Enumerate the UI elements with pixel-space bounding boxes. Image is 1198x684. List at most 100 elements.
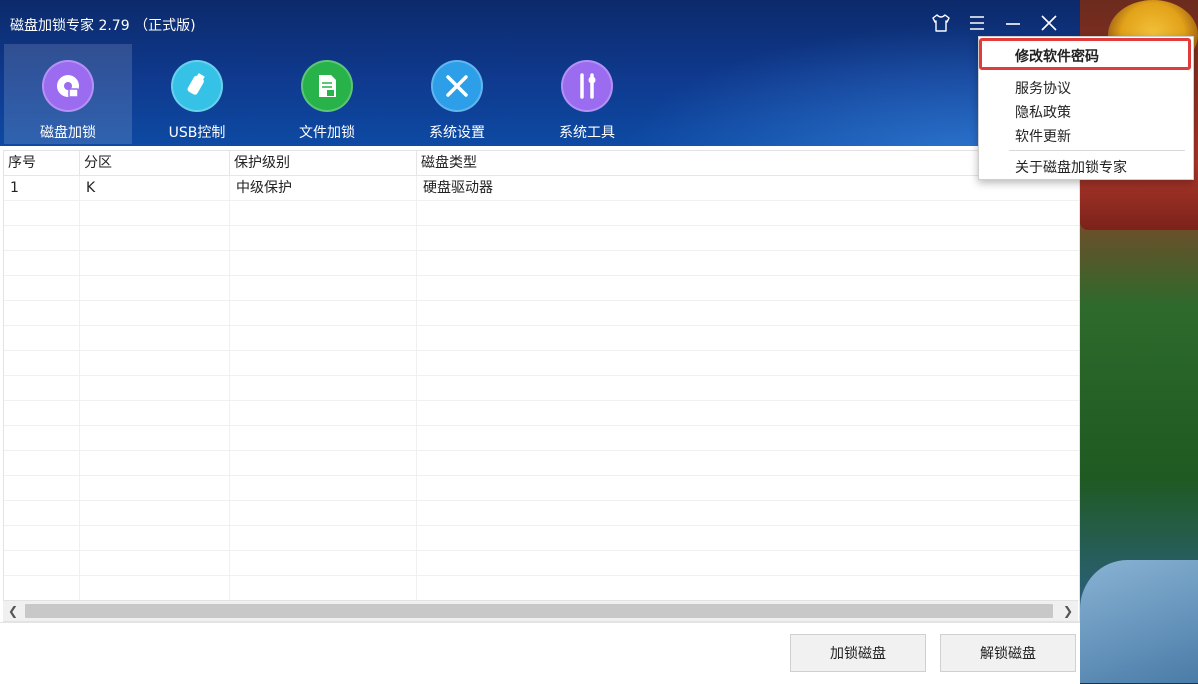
cell — [417, 501, 1079, 525]
disk-lock-icon — [42, 60, 94, 112]
cell — [4, 451, 80, 475]
empty-table-row — [4, 351, 1079, 376]
table-row[interactable]: 1 K 中级保护 硬盘驱动器 — [4, 176, 1079, 201]
tab-label: 系统工具 — [559, 125, 615, 141]
menu-item-software-update[interactable]: 软件更新 — [1015, 126, 1071, 146]
file-lock-icon — [301, 60, 353, 112]
cell — [417, 351, 1079, 375]
skin-icon[interactable] — [930, 12, 952, 34]
cell — [80, 426, 230, 450]
cell — [4, 501, 80, 525]
tab-label: 磁盘加锁 — [40, 125, 96, 141]
menu-item-change-password[interactable]: 修改软件密码 — [1015, 46, 1099, 66]
cell — [4, 551, 80, 575]
table-header: 序号 分区 保护级别 磁盘类型 — [4, 151, 1079, 176]
cell — [80, 201, 230, 225]
empty-table-row — [4, 326, 1079, 351]
toolkit-icon — [561, 60, 613, 112]
menu-item-service-agreement[interactable]: 服务协议 — [1015, 78, 1071, 98]
main-toolbar: 磁盘加锁 USB控制 文件加锁 系统设置 系统工具 — [0, 44, 652, 146]
cell — [4, 426, 80, 450]
cell — [4, 576, 80, 600]
cell — [230, 426, 417, 450]
cell — [417, 426, 1079, 450]
cell — [80, 401, 230, 425]
cell — [230, 451, 417, 475]
cell — [417, 201, 1079, 225]
usb-drive-icon — [171, 60, 223, 112]
cell — [417, 551, 1079, 575]
cell — [230, 476, 417, 500]
unlock-disk-button[interactable]: 解锁磁盘 — [940, 634, 1076, 672]
cell — [417, 476, 1079, 500]
tab-usb-control[interactable]: USB控制 — [132, 44, 262, 144]
lock-disk-button[interactable]: 加锁磁盘 — [790, 634, 926, 672]
empty-table-row — [4, 276, 1079, 301]
scroll-left-icon[interactable]: ❮ — [3, 601, 23, 621]
cell — [80, 526, 230, 550]
cell — [417, 326, 1079, 350]
cell — [80, 326, 230, 350]
cell — [4, 326, 80, 350]
cell — [4, 376, 80, 400]
cell: 中级保护 — [230, 176, 417, 200]
cell — [4, 301, 80, 325]
scroll-right-icon[interactable]: ❯ — [1058, 601, 1078, 621]
empty-table-row — [4, 451, 1079, 476]
horizontal-scrollbar[interactable]: ❮ ❯ — [3, 600, 1078, 621]
cell — [417, 526, 1079, 550]
cell: K — [80, 176, 230, 200]
empty-table-row — [4, 251, 1079, 276]
menu-item-privacy-policy[interactable]: 隐私政策 — [1015, 102, 1071, 122]
cell — [80, 576, 230, 600]
cell — [230, 251, 417, 275]
cell — [80, 276, 230, 300]
minimize-icon[interactable] — [1002, 12, 1024, 34]
menu-item-about[interactable]: 关于磁盘加锁专家 — [1015, 157, 1127, 177]
empty-table-row — [4, 301, 1079, 326]
cell — [80, 251, 230, 275]
cell — [417, 451, 1079, 475]
column-header[interactable]: 分区 — [80, 151, 230, 175]
cell — [4, 526, 80, 550]
empty-table-row — [4, 551, 1079, 576]
scrollbar-thumb[interactable] — [25, 604, 1053, 618]
cell — [4, 251, 80, 275]
partition-table: 序号 分区 保护级别 磁盘类型 1 K 中级保护 硬盘驱动器 — [3, 150, 1080, 622]
tab-disk-lock[interactable]: 磁盘加锁 — [4, 44, 132, 144]
cell — [230, 226, 417, 250]
cell — [230, 526, 417, 550]
tab-system-tools[interactable]: 系统工具 — [522, 44, 652, 144]
cell — [230, 301, 417, 325]
cell — [230, 576, 417, 600]
column-header[interactable]: 保护级别 — [230, 151, 417, 175]
tab-label: USB控制 — [168, 125, 226, 141]
cell — [80, 501, 230, 525]
cell — [80, 551, 230, 575]
empty-table-row — [4, 376, 1079, 401]
footer-bar: 加锁磁盘 解锁磁盘 — [0, 622, 1080, 684]
cell — [417, 376, 1079, 400]
tab-system-settings[interactable]: 系统设置 — [392, 44, 522, 144]
menu-icon[interactable] — [966, 12, 988, 34]
cell — [80, 351, 230, 375]
cell — [80, 226, 230, 250]
empty-table-row — [4, 501, 1079, 526]
column-header[interactable]: 序号 — [4, 151, 80, 175]
cell — [417, 251, 1079, 275]
empty-table-row — [4, 226, 1079, 251]
cell — [80, 476, 230, 500]
tab-label: 系统设置 — [429, 125, 485, 141]
window-controls — [930, 12, 1060, 34]
close-icon[interactable] — [1038, 12, 1060, 34]
wallpaper-shape — [1080, 560, 1198, 683]
cell — [4, 476, 80, 500]
cell — [80, 301, 230, 325]
cell: 1 — [4, 176, 80, 200]
cell — [4, 401, 80, 425]
cell — [4, 201, 80, 225]
cell — [417, 226, 1079, 250]
tab-file-lock[interactable]: 文件加锁 — [262, 44, 392, 144]
cell — [230, 326, 417, 350]
cell — [4, 226, 80, 250]
